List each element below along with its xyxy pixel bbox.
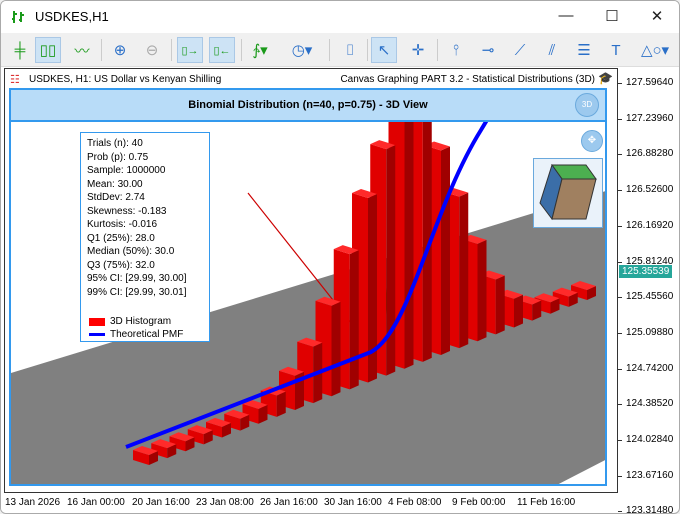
- close-button[interactable]: ✕: [642, 7, 672, 25]
- horizontal-line-icon[interactable]: ⊸: [475, 37, 501, 63]
- y-tick: [618, 440, 622, 441]
- x-tick-label: 11 Feb 16:00: [517, 497, 576, 508]
- x-tick-label: 30 Jan 16:00: [324, 497, 382, 508]
- y-tick: [618, 261, 622, 263]
- navigation-button[interactable]: ✥: [581, 130, 603, 152]
- panel-title: Binomial Distribution (n=40, p=0.75) - 3…: [11, 90, 605, 122]
- view-cube[interactable]: [533, 158, 603, 228]
- y-tick-label: 123.67160: [626, 469, 674, 481]
- stat-line: Prob (p): 0.75: [87, 151, 149, 163]
- title-bar: USDKES,H1 — ☐ ✕: [1, 1, 679, 33]
- stat-line: Sample: 1000000: [87, 165, 166, 176]
- maximize-button[interactable]: ☐: [597, 7, 627, 25]
- window-title: USDKES,H1: [35, 9, 109, 24]
- y-tick-label: 127.23960: [626, 112, 674, 124]
- graduation-cap-icon: 🎓: [598, 71, 613, 85]
- bar-chart-icon[interactable]: ╪: [7, 37, 33, 63]
- text-icon[interactable]: T: [603, 37, 629, 63]
- y-tick-label: 124.74200: [626, 362, 674, 374]
- trendline-icon[interactable]: ⟋: [507, 37, 533, 63]
- x-tick-label: 26 Jan 16:00: [260, 497, 318, 508]
- channel-icon[interactable]: ⫽: [539, 37, 565, 63]
- panel-title-text: Binomial Distribution (n=40, p=0.75) - 3…: [188, 99, 428, 111]
- screenshot-icon[interactable]: ⌷: [337, 37, 363, 63]
- y-tick: [618, 190, 622, 192]
- x-tick-label: 16 Jan 00:00: [67, 497, 125, 508]
- y-tick-label: 126.16920: [626, 219, 674, 231]
- legend-label: Theoretical PMF: [110, 329, 184, 340]
- stat-line: Skewness: -0.183: [87, 205, 167, 217]
- vertical-line-icon[interactable]: ⫯: [443, 37, 469, 63]
- chart-shift-icon[interactable]: ▯→: [177, 37, 203, 63]
- y-tick: [618, 368, 622, 370]
- minimize-button[interactable]: —: [551, 7, 581, 24]
- current-price-label: 125.35539: [619, 265, 673, 278]
- y-tick-label: 127.59640: [626, 77, 674, 88]
- distribution-panel[interactable]: Binomial Distribution (n=40, p=0.75) - 3…: [9, 88, 607, 486]
- candlestick-icon[interactable]: ▯▯: [35, 37, 61, 63]
- x-tick-label: 23 Jan 08:00: [196, 497, 254, 508]
- x-tick-label: 20 Jan 16:00: [132, 497, 190, 508]
- zoom-in-icon[interactable]: ⊕: [107, 37, 133, 63]
- y-tick: [618, 332, 622, 334]
- y-tick: [618, 511, 622, 513]
- zoom-out-icon[interactable]: ⊖: [139, 37, 165, 63]
- app-icon: [12, 11, 24, 23]
- stat-line: Q1 (25%): 28.0: [87, 232, 155, 244]
- symbol-icon: ☷: [10, 74, 20, 86]
- y-tick-label: 123.31480: [626, 505, 674, 514]
- price-axis: 127.59640 127.23960 126.88280 126.52600 126.…: [618, 68, 679, 513]
- indicators-icon[interactable]: ∱▾: [247, 37, 273, 63]
- y-tick-label: 124.02840: [626, 434, 674, 445]
- legend-item: 3D Histogram: [89, 315, 183, 328]
- toolbar: ╪ ▯▯ 〰 ⊕ ⊖ ▯→ ▯← ∱▾ ◷▾ ⌷ ↖ ✛ ⫯ ⊸ ⟋ ⫽ ☰ T…: [1, 33, 679, 67]
- stat-line: Median (50%): 30.0: [87, 246, 175, 257]
- x-tick-label: 4 Feb 08:00: [388, 497, 442, 508]
- legend-swatch: [89, 317, 105, 326]
- y-tick: [618, 475, 622, 477]
- y-tick: [618, 118, 622, 120]
- y-tick: [618, 83, 622, 84]
- periods-icon[interactable]: ◷▾: [289, 37, 315, 63]
- legend-item: Theoretical PMF: [89, 328, 183, 341]
- stat-line: Kurtosis: -0.016: [87, 219, 158, 230]
- legend-label: 3D Histogram: [110, 316, 172, 327]
- cursor-icon[interactable]: ↖: [371, 37, 397, 63]
- y-tick: [618, 225, 622, 227]
- y-tick: [618, 297, 622, 299]
- x-tick-label: 13 Jan 2026: [5, 497, 61, 508]
- 3d-view-button[interactable]: 3D: [575, 93, 599, 117]
- autoscroll-icon[interactable]: ▯←: [209, 37, 235, 63]
- indicator-label: Canvas Graphing PART 3.2 - Statistical D…: [340, 74, 595, 85]
- symbol-label: USDKES, H1: US Dollar vs Kenyan Shilling: [29, 74, 222, 85]
- stat-line: Trials (n): 40: [87, 138, 143, 149]
- terminal-window: USDKES,H1 — ☐ ✕ ╪ ▯▯ 〰 ⊕ ⊖ ▯→ ▯← ∱▾ ◷▾ ⌷…: [0, 0, 680, 514]
- crosshair-icon[interactable]: ✛: [405, 37, 431, 63]
- x-tick-label: 9 Feb 00:00: [452, 497, 506, 508]
- stat-line: Mean: 30.00: [87, 178, 143, 190]
- statistics-box: Trials (n): 40 Prob (p): 0.75 Sample: 1000…: [80, 132, 210, 342]
- y-tick-label: 125.45560: [626, 291, 674, 303]
- fibonacci-icon[interactable]: ☰: [571, 37, 597, 63]
- stat-line: 99% CI: [29.99, 30.01]: [87, 286, 187, 298]
- stat-line: 95% CI: [29.99, 30.00]: [87, 273, 187, 284]
- y-tick-label: 125.09880: [626, 326, 674, 338]
- y-tick-label: 124.38520: [626, 398, 674, 410]
- time-axis: 13 Jan 2026 16 Jan 00:00 20 Jan 16:00 23 Ja…: [1, 493, 618, 513]
- stat-line: Q3 (75%): 32.0: [87, 259, 155, 271]
- y-tick-label: 126.52600: [626, 184, 674, 196]
- legend: 3D Histogram Theoretical PMF: [89, 315, 183, 341]
- y-tick: [618, 404, 622, 406]
- y-tick-label: 126.88280: [626, 148, 674, 160]
- shapes-icon[interactable]: △○▾: [635, 37, 675, 63]
- legend-swatch: [89, 333, 105, 336]
- line-chart-icon[interactable]: 〰: [69, 37, 95, 63]
- y-tick: [618, 154, 622, 156]
- stat-line: StdDev: 2.74: [87, 192, 145, 203]
